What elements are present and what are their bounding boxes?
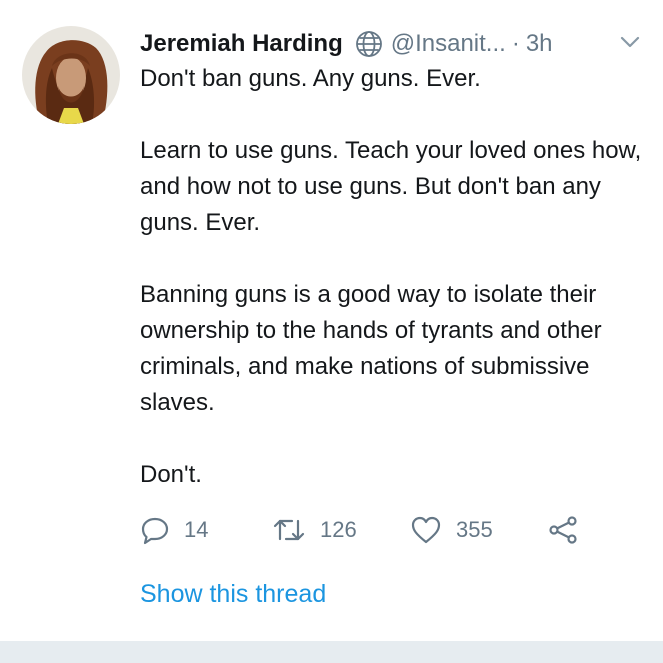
tweet-paragraph: Learn to use guns. Teach your loved ones… (140, 137, 642, 236)
share-button[interactable] (548, 510, 578, 550)
show-thread-link[interactable]: Show this thread (140, 580, 326, 609)
author-handle[interactable]: @Insanit... (391, 30, 506, 58)
timestamp[interactable]: 3h (526, 30, 553, 58)
like-count: 355 (456, 517, 493, 542)
tweet-paragraph: Don't ban guns. Any guns. Ever. (140, 65, 481, 92)
tweet-text: Don't ban guns. Any guns. Ever. Learn to… (140, 61, 655, 493)
retweet-count: 126 (320, 517, 357, 542)
tweet-paragraph: Don't. (140, 461, 202, 488)
share-icon (548, 515, 578, 545)
tweet-paragraph: Banning guns is a good way to isolate th… (140, 281, 602, 416)
retweet-icon (272, 515, 306, 545)
chevron-down-icon[interactable] (619, 34, 641, 50)
tweet-actions: 14 126 355 (140, 510, 610, 550)
reply-icon (140, 515, 170, 545)
like-button[interactable]: 355 (410, 510, 493, 550)
retweet-button[interactable]: 126 (272, 510, 357, 550)
avatar[interactable] (22, 26, 120, 124)
globe-icon (355, 30, 383, 58)
author-name[interactable]: Jeremiah Harding (140, 30, 343, 58)
separator-dot: · (511, 30, 520, 57)
reply-count: 14 (184, 517, 209, 542)
heart-icon (410, 515, 442, 545)
timeline-divider (0, 641, 663, 663)
tweet-card[interactable]: Jeremiah Harding @Insanit... · 3h Don't … (0, 0, 663, 640)
tweet-header: Jeremiah Harding @Insanit... · 3h (140, 26, 641, 62)
reply-button[interactable]: 14 (140, 510, 208, 550)
